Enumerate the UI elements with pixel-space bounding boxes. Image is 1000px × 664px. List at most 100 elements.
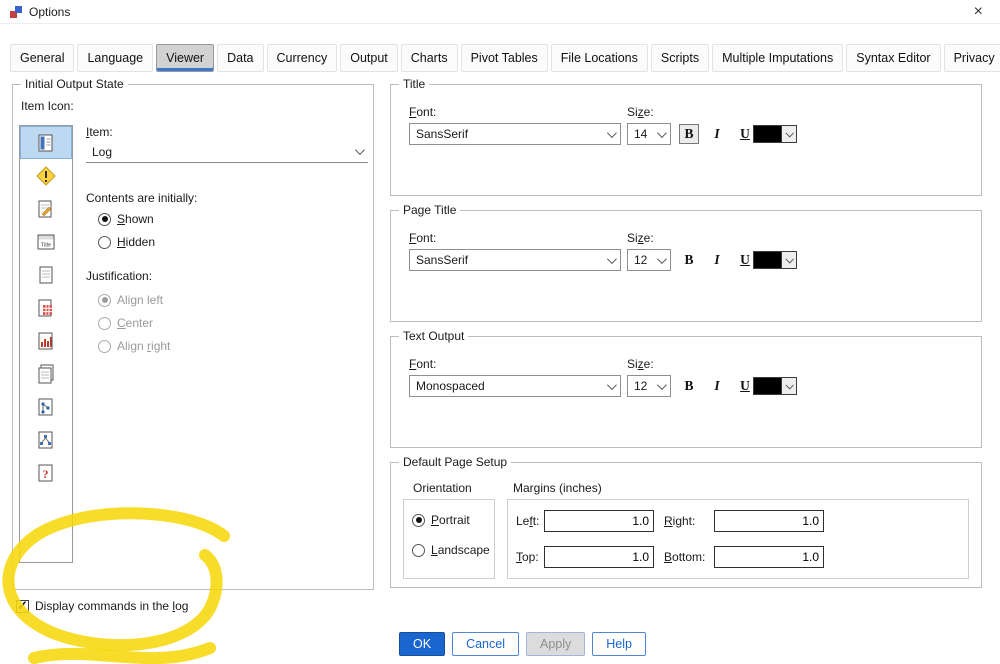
radio-portrait[interactable]: Portrait [412,513,470,527]
text-output-group: Text Output Font: Monospaced Size: 12 B … [390,329,982,448]
page-title-font-dropdown[interactable]: SansSerif [409,249,621,271]
text-output-font-dropdown[interactable]: Monospaced [409,375,621,397]
italic-button[interactable]: I [707,124,727,144]
item-icon-page[interactable] [20,258,72,291]
radio-landscape[interactable]: Landscape [412,543,490,557]
radio-shown[interactable]: Shown [98,212,154,226]
underline-button[interactable]: U [735,376,755,396]
radio-hidden-label: Hidden [117,235,156,249]
margin-bottom-label: Bottom: [664,550,706,564]
tab-pivot-tables[interactable]: Pivot Tables [460,44,548,72]
item-icon-title[interactable]: Title [20,225,72,258]
dialog-buttons: OK Cancel Apply Help [399,632,646,656]
item-icon-list: Title ? [19,125,73,563]
bar-chart-icon [38,332,53,349]
title-color-picker[interactable] [753,125,797,143]
help-icon: ? [38,464,53,481]
item-icon-log[interactable] [20,126,72,159]
chevron-down-icon [656,253,667,264]
bold-button[interactable]: B [679,250,699,270]
help-button[interactable]: Help [592,632,646,656]
tab-currency[interactable]: Currency [266,44,338,72]
ok-button[interactable]: OK [399,632,446,656]
tab-bar: General Language Viewer Data Currency Ou… [10,44,1000,72]
radio-button-icon [98,293,111,307]
underline-button[interactable]: U [735,124,755,144]
page-title-group: Page Title Font: SansSerif Size: 12 B I … [390,203,982,322]
color-swatch [754,126,781,142]
group-title: Initial Output State [21,77,128,91]
tab-data[interactable]: Data [217,44,264,72]
chevron-down-icon [785,255,794,264]
margin-bottom-input[interactable] [714,546,824,568]
margins-box: Left: Right: Top: Bottom: [507,499,969,579]
text-output-size-dropdown[interactable]: 12 [627,375,671,397]
group-title: Title [399,77,430,91]
color-dropdown-arrow [781,126,796,142]
tree-icon [38,398,53,415]
underline-button[interactable]: U [735,250,755,270]
item-icon-label: Item Icon: [21,99,74,113]
display-commands-checkbox[interactable]: Display commands in the log [16,598,189,614]
bold-button[interactable]: B [679,376,699,396]
tab-charts[interactable]: Charts [400,44,458,72]
margin-top-input[interactable] [544,546,654,568]
group-title: Default Page Setup [399,455,512,469]
radio-portrait-label: Portrait [431,513,470,527]
titlebar: Options × [0,0,1000,24]
text-output-color-picker[interactable] [753,377,797,395]
default-page-setup-group: Default Page Setup Orientation Margins (… [390,455,982,588]
item-icon-warning[interactable] [20,159,72,192]
item-label: Item: [86,125,113,139]
radio-landscape-label: Landscape [431,543,490,557]
margin-left-input[interactable] [544,510,654,532]
chevron-down-icon [606,253,617,264]
tab-privacy[interactable]: Privacy [943,44,1000,72]
item-icon-note[interactable] [20,192,72,225]
item-icon-notes[interactable] [20,357,72,390]
tab-general[interactable]: General [10,44,75,72]
radio-center: Center [98,316,153,330]
radio-hidden[interactable]: Hidden [98,235,155,249]
cancel-button[interactable]: Cancel [452,632,519,656]
page-title-color-picker[interactable] [753,251,797,269]
tab-language[interactable]: Language [77,44,154,72]
close-icon[interactable]: × [966,1,991,23]
chevron-down-icon [656,379,667,390]
page-icon [39,266,53,283]
note-icon [38,200,52,217]
radio-align-left-label: Align left [117,293,164,307]
item-icon-help[interactable]: ? [20,456,72,489]
tab-file-locations[interactable]: File Locations [550,44,648,72]
color-dropdown-arrow [781,378,796,394]
title-group: Title Font: SansSerif Size: 14 B I U [390,77,982,196]
margin-right-input[interactable] [714,510,824,532]
page-title-font-value: SansSerif [416,253,469,267]
title-size-dropdown[interactable]: 14 [627,123,671,145]
color-swatch [754,378,781,394]
item-icon-model[interactable] [20,423,72,456]
item-icon-tree[interactable] [20,390,72,423]
italic-button[interactable]: I [707,250,727,270]
tab-output[interactable]: Output [340,44,398,72]
radio-button-icon [98,339,111,353]
tab-multiple-imputations[interactable]: Multiple Imputations [712,44,844,72]
bold-button[interactable]: B [679,124,699,144]
svg-text:Title: Title [41,242,51,248]
radio-shown-label: Shown [117,212,154,226]
item-icon-bar-chart[interactable] [20,324,72,357]
page-title-size-dropdown[interactable]: 12 [627,249,671,271]
title-icon: Title [37,234,55,249]
italic-button[interactable]: I [707,376,727,396]
item-icon-calculator[interactable] [20,291,72,324]
title-font-dropdown[interactable]: SansSerif [409,123,621,145]
orientation-label: Orientation [413,481,472,495]
chevron-down-icon [606,379,617,390]
checkbox-checked-icon [16,598,29,614]
display-commands-label: Display commands in the log [35,599,189,613]
tab-viewer[interactable]: Viewer [156,44,215,72]
radio-align-left: Align left [98,293,163,307]
item-dropdown[interactable]: Log [86,141,368,163]
tab-syntax-editor[interactable]: Syntax Editor [846,44,941,72]
tab-scripts[interactable]: Scripts [650,44,710,72]
